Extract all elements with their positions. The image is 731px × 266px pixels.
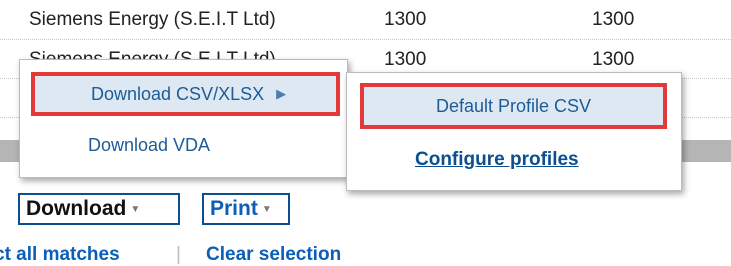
submenu-arrow-icon: ▶: [276, 86, 287, 101]
menu-item-label: Download CSV/XLSX: [91, 83, 265, 104]
menu-item-download-csv[interactable]: Download CSV/XLSX ▶: [31, 72, 340, 116]
download-menu: Download CSV/XLSX ▶ Download VDA: [19, 59, 348, 178]
print-button[interactable]: Print ▼: [202, 193, 290, 225]
value-cell: 1300: [384, 49, 427, 70]
caret-down-icon: ▼: [261, 203, 272, 215]
print-button-label: Print: [210, 197, 258, 220]
value-cell: 1300: [384, 9, 427, 30]
menu-item-download-vda[interactable]: Download VDA: [88, 135, 210, 156]
clear-selection-link[interactable]: Clear selection: [206, 244, 341, 266]
csv-profile-submenu: Default Profile CSV Configure profiles: [346, 72, 682, 191]
company-cell: Siemens Energy (S.E.I.T Ltd): [29, 9, 276, 30]
value-cell: 1300: [592, 49, 635, 70]
download-button-label: Download: [26, 197, 127, 220]
menu-item-label: Default Profile CSV: [435, 95, 592, 116]
configure-profiles-link[interactable]: Configure profiles: [415, 149, 579, 171]
menu-item-default-profile[interactable]: Default Profile CSV: [360, 83, 667, 129]
link-separator: |: [176, 244, 181, 265]
caret-down-icon: ▼: [130, 203, 141, 215]
select-all-link[interactable]: ct all matches: [0, 244, 120, 266]
value-cell: 1300: [592, 9, 635, 30]
table-row[interactable]: Siemens Energy (S.E.I.T Ltd) 1300 1300: [0, 0, 731, 40]
download-button[interactable]: Download ▼: [18, 193, 180, 225]
